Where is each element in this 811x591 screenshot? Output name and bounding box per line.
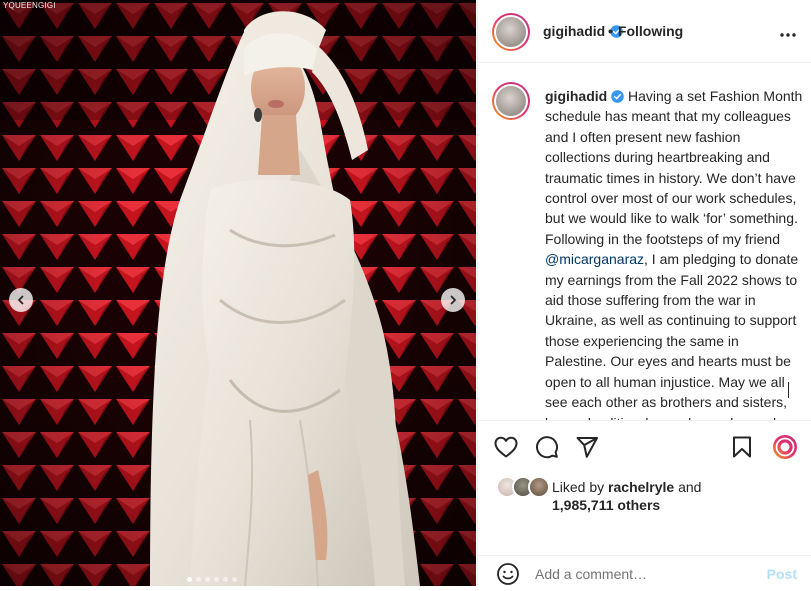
carousel-dot [187,577,192,582]
post-photo[interactable]: YQUEENGIGI [0,0,476,586]
avatar-ring [494,84,528,118]
avatar-image [496,17,526,47]
avatar-ring [494,15,528,49]
text-cursor [788,382,789,398]
caption-body-1: Having a set Fashion Month schedule has … [545,88,803,247]
smiley-icon [497,563,519,585]
carousel-dot [214,577,219,582]
post-image [0,0,476,586]
like-button[interactable] [494,436,518,463]
verified-icon [611,90,624,103]
likes-text: Liked by rachelryle and 1,985,711 others [552,478,701,514]
send-icon [576,437,598,458]
post-header: gigihadid • Following [478,0,811,63]
carousel-dot [232,577,237,582]
following-button[interactable]: • Following [608,23,683,39]
caption-mention-link[interactable]: @micarganaraz [545,251,644,267]
chevron-right-icon [450,295,456,305]
caption-avatar[interactable] [492,82,530,120]
liked-by-avatars[interactable] [496,476,550,498]
liked-by-and: and [674,479,702,495]
comment-icon [536,436,559,459]
carousel-dot [196,577,201,582]
chevron-left-icon [18,295,24,305]
carousel-dot [205,577,210,582]
liked-by-username[interactable]: rachelryle [608,479,674,495]
share-button[interactable] [575,435,599,464]
post-side-panel: gigihadid • Following gigihadid Having a … [477,0,811,586]
instagram-badge-icon [773,435,797,459]
liked-by-prefix: Liked by [552,479,609,495]
likes-summary: Liked by rachelryle and 1,985,711 others [496,474,796,514]
instagram-badge-button[interactable] [772,434,798,465]
avatar[interactable] [492,13,530,51]
carousel-dot [223,577,228,582]
avatar-image [496,86,526,116]
following-label: Following [617,23,684,39]
more-horizontal-icon [780,33,796,37]
emoji-button[interactable] [496,562,520,591]
heart-icon [494,436,518,458]
avatar [528,476,550,498]
action-bar [478,420,811,473]
save-button[interactable] [732,436,752,463]
carousel-dots [187,577,237,582]
comment-button[interactable] [535,435,559,464]
comment-bar: Post [478,555,811,587]
photo-watermark: YQUEENGIGI [3,1,56,10]
post-comment-button[interactable]: Post [767,566,797,582]
more-options-button[interactable] [779,22,797,43]
bookmark-icon [733,436,751,458]
caption-area[interactable]: gigihadid Having a set Fashion Month sch… [478,63,811,420]
carousel-next-button[interactable] [441,288,465,312]
header-username[interactable]: gigihadid [543,23,605,39]
carousel-prev-button[interactable] [9,288,33,312]
caption-body-2: , I am pledging to donate my earnings fr… [545,251,799,420]
bullet-separator: • [608,23,613,39]
caption-username[interactable]: gigihadid [545,88,607,104]
comment-input[interactable] [535,566,755,582]
likes-count-link[interactable]: 1,985,711 others [552,497,660,513]
caption-text: gigihadid Having a set Fashion Month sch… [545,86,803,420]
